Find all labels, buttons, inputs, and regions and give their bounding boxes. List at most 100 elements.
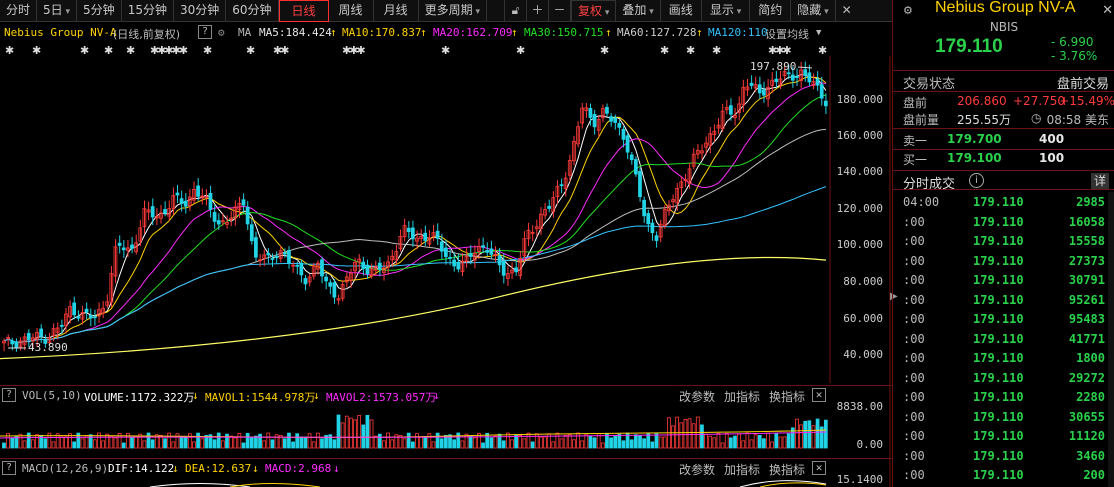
- volume-bar: [472, 437, 477, 449]
- hide-button[interactable]: 隐藏: [791, 0, 836, 22]
- volume-bar: [539, 436, 543, 449]
- period-intraday[interactable]: 分时: [0, 0, 38, 22]
- overlay-button[interactable]: 叠加: [616, 0, 661, 22]
- volume-title: VOL(5,10): [22, 389, 82, 402]
- switch-indicator-button[interactable]: 换指标: [769, 388, 805, 405]
- lock-icon[interactable]: 🔓︎: [505, 0, 527, 22]
- detail-button[interactable]: 详: [1091, 173, 1109, 189]
- kline-chart[interactable]: 180.000 160.000 140.000 120.000 100.000 …: [0, 56, 892, 487]
- ask-volume: 400: [1039, 132, 1065, 146]
- close-icon[interactable]: ✕: [836, 0, 858, 22]
- volume-bar: [233, 437, 238, 449]
- clock-icon: ◷: [1031, 111, 1042, 125]
- draw-button[interactable]: 画线: [661, 0, 702, 22]
- change-params-button[interactable]: 改参数: [679, 461, 715, 478]
- tick-volume: 27373: [1068, 253, 1105, 268]
- ma-settings-link[interactable]: 设置均线: [765, 26, 809, 42]
- up-arrow-icon: ↑: [605, 26, 612, 39]
- candle-body: [406, 227, 411, 233]
- divider: [893, 128, 1114, 129]
- chevron-down-icon[interactable]: ▼: [816, 28, 821, 38]
- candle-body: [444, 247, 448, 257]
- change-params-button[interactable]: 改参数: [679, 388, 715, 405]
- candle-body: [183, 200, 188, 207]
- volume-bar: [373, 435, 378, 449]
- tick-time: :00: [903, 390, 925, 404]
- price-tick: 40.000: [843, 348, 883, 361]
- premarket-row: 盘前 206.860 +27.750 +15.49%: [903, 93, 1114, 111]
- candle-body: [435, 230, 440, 239]
- ask-row[interactable]: 卖一 179.700 400: [903, 131, 1109, 149]
- tick-price: 179.110: [973, 214, 1024, 229]
- add-indicator-button[interactable]: 加指标: [724, 461, 760, 478]
- period-more[interactable]: 更多周期: [419, 0, 487, 22]
- zoom-in-icon[interactable]: ＋: [527, 0, 549, 22]
- tick-time: :00: [903, 448, 925, 463]
- volume-bar: [402, 438, 407, 449]
- volume-bar: [691, 423, 696, 449]
- mavol1-value: MAVOL1:1544.978万: [205, 391, 316, 404]
- close-icon[interactable]: ✕: [1102, 3, 1113, 18]
- zoom-out-icon[interactable]: －: [549, 0, 571, 22]
- volume-bar: [807, 420, 812, 449]
- volume-bar: [654, 433, 659, 449]
- up-arrow-icon: ↑: [696, 26, 703, 39]
- volume-bar: [460, 440, 465, 449]
- candle-body: [245, 206, 250, 225]
- volume-bar: [167, 432, 172, 449]
- period-daily[interactable]: 日线: [278, 0, 329, 22]
- tick-price: 179.110: [973, 273, 1024, 287]
- volume-bar: [121, 442, 126, 449]
- candle-body: [795, 76, 799, 79]
- tick-price: 179.110: [973, 292, 1024, 307]
- help-icon[interactable]: ?: [2, 461, 16, 475]
- period-60min[interactable]: 60分钟: [226, 0, 279, 22]
- volume-bar: [270, 439, 275, 449]
- candle-body: [274, 255, 279, 259]
- switch-indicator-button[interactable]: 换指标: [769, 461, 805, 478]
- period-5day[interactable]: 5日: [37, 0, 78, 22]
- low-annotation: 43.890: [28, 341, 68, 354]
- price-tick: 140.000: [837, 165, 883, 178]
- down-arrow-icon: ↓: [252, 462, 259, 475]
- volume-bar: [357, 414, 362, 449]
- bid-row[interactable]: 买一 179.100 100: [903, 150, 1109, 168]
- help-icon[interactable]: ?: [2, 388, 16, 402]
- display-button[interactable]: 显示: [702, 0, 751, 22]
- volume-bar: [72, 441, 77, 449]
- adjust-button[interactable]: 复权: [570, 0, 617, 22]
- period-5min[interactable]: 5分钟: [77, 0, 122, 22]
- add-indicator-button[interactable]: 加指标: [724, 388, 760, 405]
- period-30min[interactable]: 30分钟: [174, 0, 227, 22]
- ticks-scrollbar[interactable]: [1108, 192, 1114, 487]
- simple-button[interactable]: 简约: [750, 0, 792, 22]
- tick-time: :00: [903, 409, 925, 424]
- close-icon[interactable]: ✕: [812, 388, 826, 402]
- volume-bar: [708, 435, 713, 449]
- volume-bar: [617, 433, 622, 449]
- period-monthly[interactable]: 月线: [374, 0, 419, 22]
- volume-bar: [88, 434, 93, 449]
- volume-bar: [493, 435, 498, 449]
- period-15min[interactable]: 15分钟: [122, 0, 174, 22]
- settings-gear-icon[interactable]: ⚙: [218, 26, 225, 39]
- price-tick: 100.000: [837, 238, 883, 251]
- candle-body: [485, 250, 490, 253]
- volume-bar: [720, 442, 725, 449]
- volume-bar: [770, 441, 775, 449]
- period-weekly[interactable]: 周线: [329, 0, 374, 22]
- volume-bar: [555, 432, 560, 449]
- help-icon[interactable]: ?: [198, 25, 212, 39]
- candle-body: [266, 252, 271, 256]
- gear-icon[interactable]: ⚙: [903, 4, 913, 17]
- price-tick: 160.000: [837, 129, 883, 142]
- candle-body: [605, 106, 609, 114]
- volume-bar: [142, 440, 147, 449]
- close-icon[interactable]: ✕: [812, 461, 826, 475]
- info-icon[interactable]: i: [969, 173, 984, 188]
- ma20-line: [3, 82, 827, 344]
- tick-price: 179.110: [973, 409, 1024, 424]
- tick-row: :00 179.110 41771: [893, 330, 1107, 350]
- volume-bar: [782, 436, 787, 449]
- ticks-header: 分时成交 i 详: [893, 170, 1114, 192]
